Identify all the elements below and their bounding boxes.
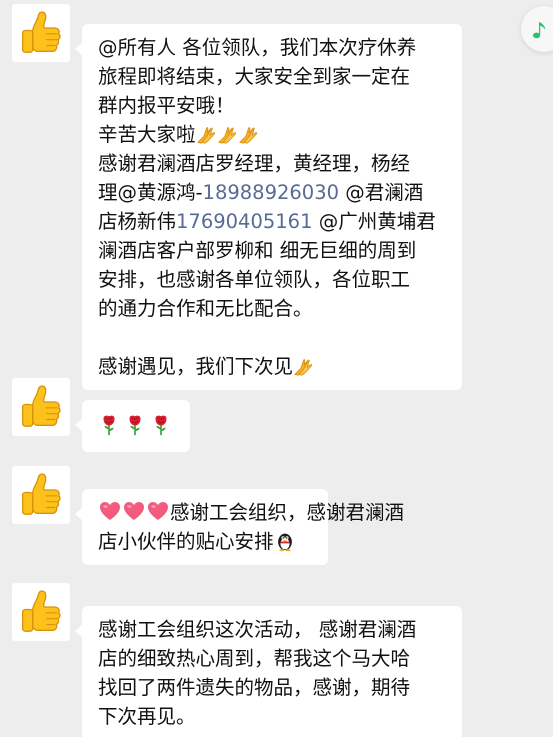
message-line: 辛苦大家啦 (98, 120, 446, 149)
message-line: 下次再见。 (98, 705, 196, 728)
thumbs-up-avatar[interactable] (12, 583, 70, 641)
message-line: 群内报平安哦！ (98, 94, 235, 117)
message-line: 找回了两件遗失的物品，感谢，期待 (98, 676, 411, 699)
mention-text: 理@黄源鸿- (98, 181, 203, 204)
message-line: 店的细致热心周到，帮我这个马大哈 (98, 647, 411, 670)
message-line: 澜酒店客户部罗柳和 细无巨细的周到 (98, 239, 417, 262)
message-bubble[interactable]: 感谢工会组织，感谢君澜酒 店小伙伴的贴心安排 (75, 489, 404, 565)
message-text: 店杨新伟 (98, 210, 177, 233)
message-text: 感谢遇见，我们下次见 (98, 355, 294, 378)
floating-music-button[interactable] (521, 6, 553, 52)
message-text: 辛苦大家啦 (98, 123, 196, 146)
message-line: 旅程即将结束，大家安全到家一定在 (98, 65, 411, 88)
mention-text: @君澜酒 (339, 181, 424, 204)
heart-emoji (146, 499, 170, 523)
thumbs-up-icon (16, 470, 66, 520)
chat-thread[interactable]: @所有人 各位领队，我们本次疗休养 旅程即将结束，大家安全到家一定在 群内报平安… (0, 0, 553, 737)
message-line: 感谢遇见，我们下次见 (98, 352, 446, 381)
message-line: 的通力合作和无比配合。 (98, 297, 313, 320)
music-note-icon (533, 22, 546, 39)
folded-hands-emoji (196, 124, 217, 145)
message-bubble[interactable]: @所有人 各位领队，我们本次疗休养 旅程即将结束，大家安全到家一定在 群内报平安… (75, 24, 462, 390)
heart-emoji (122, 499, 146, 523)
message-line: 感谢君澜酒店罗经理，黄经理，杨经 (98, 152, 411, 175)
message-line: 店杨新伟17690405161 @广州黄埔君 (98, 207, 446, 236)
folded-hands-emoji (238, 124, 259, 145)
heart-emoji (98, 499, 122, 523)
message-line (98, 411, 174, 440)
message-text: 感谢工会组织，感谢君澜酒 (170, 501, 405, 524)
message-line: @所有人 各位领队，我们本次疗休养 (98, 36, 417, 59)
rose-emoji (98, 414, 120, 436)
thumbs-up-icon (16, 8, 66, 58)
thumbs-up-avatar[interactable] (12, 4, 70, 62)
message-bubble[interactable] (75, 400, 190, 452)
folded-hands-emoji (217, 124, 238, 145)
message-line: 店小伙伴的贴心安排 (98, 527, 312, 556)
thumbs-up-avatar[interactable] (12, 466, 70, 524)
folded-hands-emoji (293, 356, 314, 377)
phone-link[interactable]: 18988926030 (203, 181, 339, 204)
message-text: 店小伙伴的贴心安排 (98, 530, 274, 553)
thumbs-up-icon (16, 587, 66, 637)
message-line: 感谢工会组织这次活动， 感谢君澜酒 (98, 618, 417, 641)
penguin-emoji (274, 530, 296, 552)
phone-link[interactable]: 17690405161 (176, 210, 312, 233)
rose-emoji (150, 414, 172, 436)
thumbs-up-icon (16, 382, 66, 432)
thumbs-up-avatar[interactable] (12, 378, 70, 436)
rose-emoji (124, 414, 146, 436)
message-line: 理@黄源鸿-18988926030 @君澜酒 (98, 178, 446, 207)
message-bubble[interactable]: 感谢工会组织这次活动， 感谢君澜酒 店的细致热心周到，帮我这个马大哈 找回了两件… (75, 606, 462, 737)
mention-text: @广州黄埔君 (312, 210, 436, 233)
message-line: 安排，也感谢各单位领队，各位职工 (98, 268, 411, 291)
message-line: 感谢工会组织，感谢君澜酒 (98, 498, 404, 527)
